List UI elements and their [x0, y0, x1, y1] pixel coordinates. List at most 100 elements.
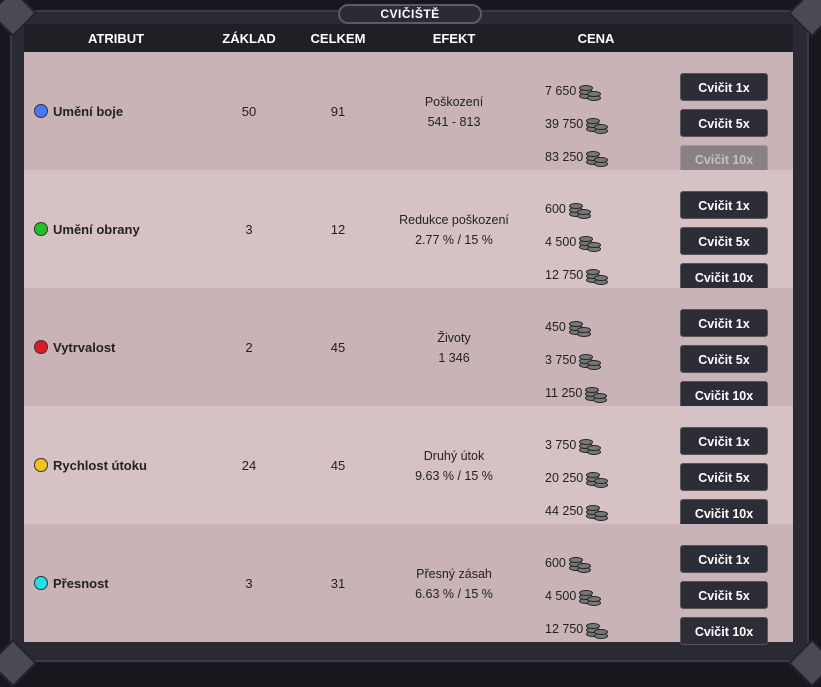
- attribute-row: Umění obrany 3 12 Redukce poškození 2.77 % /…: [24, 170, 793, 291]
- train-button-10x[interactable]: Cvičit 10x: [680, 499, 768, 527]
- attribute-base-value: 3: [245, 576, 253, 591]
- coin-stack-icon: [579, 588, 602, 606]
- price-amount: 600: [545, 202, 566, 216]
- price-amount: 450: [545, 320, 566, 334]
- coin-stack-icon: [579, 234, 602, 252]
- header-base: ZÁKLAD: [222, 31, 276, 46]
- train-button-1x[interactable]: Cvičit 1x: [680, 191, 768, 219]
- price-amount: 44 250: [545, 504, 584, 518]
- price-amount: 12 750: [545, 622, 584, 636]
- training-table: ATRIBUT ZÁKLAD CELKEM EFEKT CENA Umění b…: [24, 24, 793, 645]
- attribute-name: Rychlost útoku: [53, 458, 147, 473]
- price-amount: 12 750: [545, 268, 584, 282]
- train-button-10x[interactable]: Cvičit 10x: [680, 145, 768, 173]
- attribute-color-dot-icon: [34, 576, 48, 590]
- coin-stack-icon: [586, 470, 609, 488]
- price-amount: 11 250: [545, 386, 583, 400]
- coin-stack-icon: [585, 385, 608, 403]
- header-total: CELKEM: [310, 31, 366, 46]
- coin-stack-icon: [579, 437, 602, 455]
- effect-value: 541 - 813: [427, 115, 481, 129]
- price-item: 3 750: [545, 437, 602, 455]
- price-item: 450: [545, 319, 591, 337]
- coin-stack-icon: [579, 352, 602, 370]
- attribute-row: Rychlost útoku 24 45 Druhý útok 9.63 % / 15 …: [24, 406, 793, 527]
- attribute-name: Umění boje: [53, 104, 124, 119]
- attribute-base-value: 24: [241, 458, 257, 473]
- effect-value: 2.77 % / 15 %: [415, 233, 493, 247]
- attribute-color-dot-icon: [34, 104, 48, 118]
- price-amount: 600: [545, 556, 566, 570]
- price-item: 83 250: [545, 149, 609, 167]
- price-amount: 4 500: [545, 589, 577, 603]
- price-item: 4 500: [545, 234, 602, 252]
- price-amount: 83 250: [545, 150, 584, 164]
- price-item: 600: [545, 201, 591, 219]
- effect-label: Poškození: [424, 95, 484, 109]
- attribute-base-value: 50: [241, 104, 257, 119]
- train-button-10x[interactable]: Cvičit 10x: [680, 617, 768, 645]
- attribute-total-value: 31: [330, 576, 346, 591]
- train-button-10x[interactable]: Cvičit 10x: [680, 263, 768, 291]
- attribute-total-value: 45: [330, 458, 346, 473]
- train-button-1x[interactable]: Cvičit 1x: [680, 309, 768, 337]
- price-item: 11 250: [545, 385, 608, 403]
- price-item: 12 750: [545, 267, 609, 285]
- attribute-row: Umění boje 50 91 Poškození 541 - 813 7 650 39 …: [24, 52, 793, 173]
- attribute-name: Vytrvalost: [53, 340, 116, 355]
- attribute-row: Vytrvalost 2 45 Životy 1 346 450 3 750 11 250 Cv…: [24, 288, 793, 409]
- price-amount: 7 650: [545, 84, 577, 98]
- price-item: 39 750: [545, 116, 609, 134]
- attribute-color-dot-icon: [34, 222, 48, 236]
- train-button-1x[interactable]: Cvičit 1x: [680, 545, 768, 573]
- header-price: CENA: [577, 31, 615, 46]
- price-amount: 3 750: [545, 353, 577, 367]
- attribute-color-dot-icon: [34, 340, 48, 354]
- price-amount: 3 750: [545, 438, 577, 452]
- effect-value: 1 346: [438, 351, 470, 365]
- price-item: 600: [545, 555, 591, 573]
- train-button-5x[interactable]: Cvičit 5x: [680, 581, 768, 609]
- train-button-1x[interactable]: Cvičit 1x: [680, 73, 768, 101]
- coin-stack-icon: [568, 555, 591, 573]
- price-amount: 4 500: [545, 235, 577, 249]
- train-button-5x[interactable]: Cvičit 5x: [680, 109, 768, 137]
- window-title: CVIČIŠTĚ: [338, 4, 482, 24]
- train-button-5x[interactable]: Cvičit 5x: [680, 227, 768, 255]
- attribute-total-value: 12: [330, 222, 346, 237]
- train-button-5x[interactable]: Cvičit 5x: [680, 463, 768, 491]
- attribute-name: Přesnost: [53, 576, 109, 591]
- price-amount: 39 750: [545, 117, 584, 131]
- attribute-name: Umění obrany: [53, 222, 140, 237]
- header-effect: EFEKT: [432, 31, 476, 46]
- effect-label: Životy: [437, 331, 471, 345]
- attribute-total-value: 45: [330, 340, 346, 355]
- coin-stack-icon: [579, 83, 602, 101]
- price-item: 4 500: [545, 588, 602, 606]
- coin-stack-icon: [568, 201, 591, 219]
- effect-label: Redukce poškození: [399, 213, 509, 227]
- coin-stack-icon: [586, 149, 609, 167]
- coin-stack-icon: [568, 319, 591, 337]
- attribute-base-value: 2: [245, 340, 253, 355]
- train-button-5x[interactable]: Cvičit 5x: [680, 345, 768, 373]
- price-item: 44 250: [545, 503, 609, 521]
- effect-label: Druhý útok: [423, 449, 485, 463]
- price-item: 7 650: [545, 83, 602, 101]
- train-button-1x[interactable]: Cvičit 1x: [680, 427, 768, 455]
- effect-label: Přesný zásah: [416, 567, 492, 581]
- header-attribute: ATRIBUT: [87, 31, 145, 46]
- train-button-10x[interactable]: Cvičit 10x: [680, 381, 768, 409]
- coin-stack-icon: [586, 503, 609, 521]
- attribute-row: Přesnost 3 31 Přesný zásah 6.63 % / 15 % 600 4…: [24, 524, 793, 645]
- effect-value: 6.63 % / 15 %: [415, 587, 493, 601]
- price-item: 20 250: [545, 470, 609, 488]
- coin-stack-icon: [586, 267, 609, 285]
- price-item: 3 750: [545, 352, 602, 370]
- price-amount: 20 250: [545, 471, 584, 485]
- coin-stack-icon: [586, 621, 609, 639]
- effect-value: 9.63 % / 15 %: [415, 469, 493, 483]
- attribute-total-value: 91: [330, 104, 346, 119]
- price-item: 12 750: [545, 621, 609, 639]
- attribute-color-dot-icon: [34, 458, 48, 472]
